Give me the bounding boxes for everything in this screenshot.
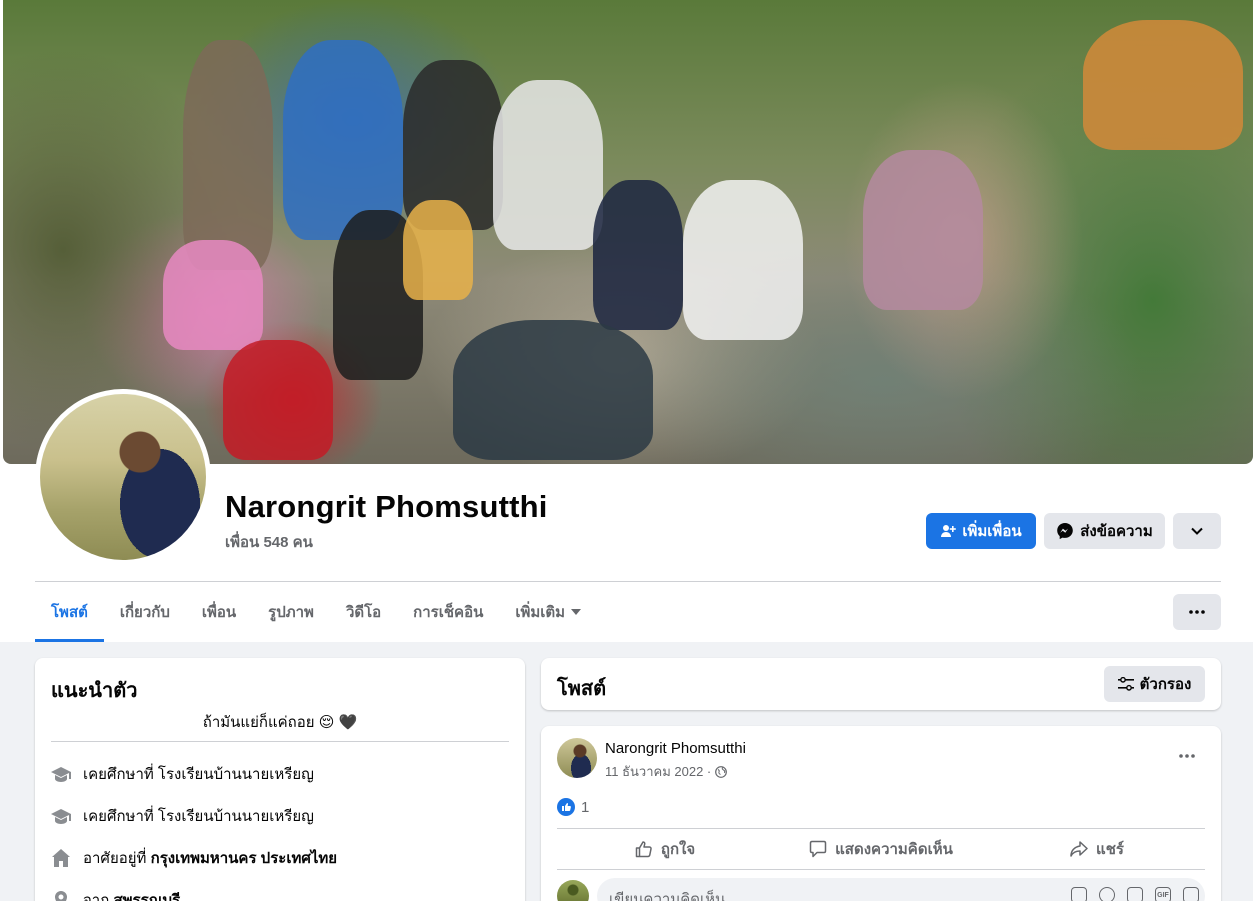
intro-bio: ถ้ามันแย่ก็แค่ถอย 😌 🖤	[202, 714, 358, 731]
tab-friends[interactable]: เพื่อน	[186, 582, 252, 642]
tab-photos[interactable]: รูปภาพ	[252, 582, 330, 642]
add-person-icon	[941, 525, 957, 537]
post-author-avatar[interactable]	[557, 738, 597, 778]
friends-count[interactable]: เพื่อน 548 คน	[225, 530, 313, 554]
intro-row-text: จาก สุพรรณบุรี	[83, 888, 180, 901]
post-card: Narongrit Phomsutthi 11 ธันวาคม 2022 · 1…	[541, 726, 1221, 901]
post-timestamp: 11 ธันวาคม 2022 ·	[605, 761, 728, 782]
profile-header: Narongrit Phomsutthi เพื่อน 548 คน เพิ่ม…	[0, 0, 1253, 642]
profile-name: Narongrit Phomsutthi	[225, 489, 548, 524]
add-friend-label: เพิ่มเพื่อน	[962, 523, 1022, 540]
comment-label: แสดงความคิดเห็น	[835, 841, 953, 858]
intro-row-education: เคยศึกษาที่ โรงเรียนบ้านนายเหรียญ	[51, 762, 314, 786]
intro-row-lives-in: อาศัยอยู่ที่ กรุงเทพมหานคร ประเทศไทย	[51, 846, 337, 870]
reaction-summary[interactable]: 1	[557, 798, 589, 816]
post-date-text[interactable]: 11 ธันวาคม 2022 ·	[605, 761, 711, 782]
like-label: ถูกใจ	[660, 841, 696, 858]
location-pin-icon	[55, 891, 67, 901]
post-options-button[interactable]	[1169, 742, 1205, 770]
add-friend-button[interactable]: เพิ่มเพื่อน	[926, 513, 1036, 549]
profile-options-dropdown[interactable]	[1173, 513, 1221, 549]
cover-photo[interactable]	[3, 0, 1253, 464]
share-button[interactable]: แชร์	[989, 830, 1205, 868]
comment-input-icons: GIF	[1071, 887, 1199, 901]
tabs-more-options-button[interactable]	[1173, 594, 1221, 630]
share-arrow-icon	[1070, 841, 1088, 857]
intro-row-from: จาก สุพรรณบุรี	[51, 888, 180, 901]
post-divider	[557, 869, 1205, 870]
like-count-text: 1	[581, 798, 590, 816]
post-author-name[interactable]: Narongrit Phomsutthi	[605, 740, 746, 757]
post-divider	[557, 828, 1205, 829]
ellipsis-icon	[1179, 754, 1195, 758]
camera-icon[interactable]	[1127, 887, 1143, 901]
intro-row-prefix: จาก	[83, 892, 114, 901]
graduation-cap-icon	[51, 809, 71, 824]
intro-row-location-link[interactable]: กรุงเทพมหานคร ประเทศไทย	[151, 850, 337, 867]
tab-videos[interactable]: วิดีโอ	[330, 582, 397, 642]
like-button[interactable]: ถูกใจ	[557, 830, 773, 868]
gif-icon[interactable]: GIF	[1155, 887, 1171, 901]
messenger-icon	[1057, 523, 1074, 540]
tab-checkins[interactable]: การเช็คอิน	[397, 582, 499, 642]
intro-row-education: เคยศึกษาที่ โรงเรียนบ้านนายเหรียญ	[51, 804, 314, 828]
ellipsis-icon	[1189, 610, 1205, 614]
filter-button[interactable]: ตัวกรอง	[1104, 666, 1205, 702]
filter-sliders-icon	[1117, 677, 1134, 691]
comment-placeholder: เขียนความคิดเห็น...	[609, 891, 738, 901]
tab-posts[interactable]: โพสต์	[35, 582, 104, 642]
chevron-down-icon	[1191, 527, 1203, 535]
message-label: ส่งข้อความ	[1080, 523, 1153, 540]
posts-title: โพสต์	[557, 678, 607, 700]
intro-row-hometown-link[interactable]: สุพรรณบุรี	[113, 892, 180, 901]
intro-row-text: อาศัยอยู่ที่ กรุงเทพมหานคร ประเทศไทย	[83, 846, 337, 870]
emoji-icon[interactable]	[1099, 887, 1115, 901]
share-label: แชร์	[1096, 841, 1124, 858]
intro-row-text: เคยศึกษาที่ โรงเรียนบ้านนายเหรียญ	[83, 766, 314, 783]
comment-bubble-icon	[809, 840, 827, 858]
tab-more-label: เพิ่มเติม	[515, 604, 566, 621]
intro-card: แนะนำตัว ถ้ามันแย่ก็แค่ถอย 😌 🖤 เคยศึกษาท…	[35, 658, 525, 901]
sticker-icon[interactable]	[1183, 887, 1199, 901]
thumbs-up-icon	[635, 841, 652, 858]
intro-title: แนะนำตัว	[51, 680, 138, 702]
intro-row-prefix: อาศัยอยู่ที่	[83, 850, 151, 867]
avatar-sticker-icon[interactable]	[1071, 887, 1087, 901]
post-actions: ถูกใจ แสดงความคิดเห็น แชร์	[557, 830, 1205, 868]
profile-tabs: โพสต์ เกี่ยวกับ เพื่อน รูปภาพ วิดีโอ การ…	[35, 582, 597, 642]
like-reaction-icon	[557, 798, 575, 816]
profile-avatar[interactable]	[40, 394, 206, 560]
comment-input[interactable]: เขียนความคิดเห็น... GIF	[597, 878, 1205, 901]
posts-header-card: โพสต์ ตัวกรอง	[541, 658, 1221, 710]
globe-icon	[715, 765, 728, 778]
tab-about[interactable]: เกี่ยวกับ	[104, 582, 186, 642]
comment-button[interactable]: แสดงความคิดเห็น	[773, 830, 989, 868]
graduation-cap-icon	[51, 767, 71, 782]
message-button[interactable]: ส่งข้อความ	[1044, 513, 1165, 549]
filter-label: ตัวกรอง	[1139, 676, 1192, 693]
tab-more[interactable]: เพิ่มเติม	[499, 582, 597, 642]
intro-row-text: เคยศึกษาที่ โรงเรียนบ้านนายเหรียญ	[83, 808, 314, 825]
current-user-avatar[interactable]	[557, 880, 589, 901]
caret-down-icon	[571, 609, 582, 615]
home-icon	[52, 849, 70, 867]
intro-divider	[51, 741, 509, 742]
